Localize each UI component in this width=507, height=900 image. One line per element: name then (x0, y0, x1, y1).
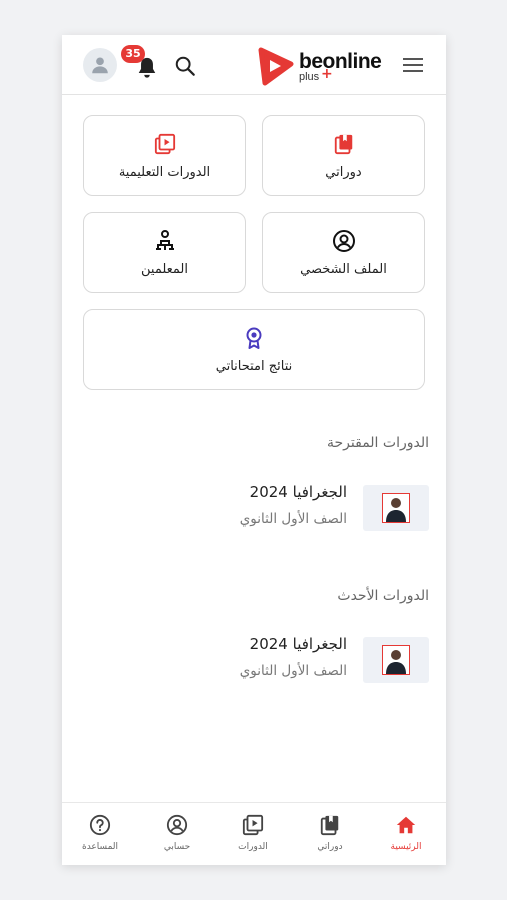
tile-label: الدورات التعليمية (118, 164, 211, 180)
tile-exam-results[interactable]: نتائج امتحاناتي (83, 309, 425, 390)
tile-teachers[interactable]: المعلمين (83, 212, 246, 293)
home-icon (396, 816, 416, 834)
nav-account[interactable]: حسابي (147, 813, 207, 852)
course-title: الجغرافيا 2024 (249, 483, 347, 501)
user-circle-icon (332, 229, 355, 252)
teacher-photo-icon (382, 645, 410, 675)
award-icon (246, 327, 262, 349)
tile-label: نتائج امتحاناتي (215, 358, 293, 374)
course-thumbnail (363, 485, 429, 531)
play-logo-icon (258, 47, 294, 86)
search-icon[interactable] (174, 55, 196, 77)
nav-home[interactable]: الرئيسية (376, 813, 436, 852)
avatar[interactable] (83, 48, 117, 82)
course-title: الجغرافيا 2024 (249, 635, 347, 653)
nav-label: الرئيسية (390, 842, 422, 852)
plus-icon: + (321, 66, 333, 82)
nav-courses[interactable]: الدورات (223, 813, 283, 852)
logo-subtext: plus (299, 71, 320, 83)
nav-help[interactable]: المساعدة (70, 813, 130, 852)
user-circle-icon (166, 814, 188, 836)
tile-my-courses[interactable]: دوراتي (262, 115, 425, 196)
bottom-navigation: الرئيسية دوراتي الدورات حسابي المساعدة (62, 802, 446, 865)
nav-label: الدورات (238, 842, 268, 852)
bookmark-book-icon (320, 815, 339, 836)
nav-label: المساعدة (81, 842, 119, 852)
course-card-suggested[interactable]: الجغرافيا 2024 الصف الأول الثانوي (62, 481, 446, 537)
hamburger-menu-icon[interactable] (403, 57, 423, 73)
brand-logo[interactable]: beonline plus + (255, 46, 387, 86)
course-thumbnail (363, 637, 429, 683)
bookmark-book-icon (334, 134, 352, 154)
video-library-icon (154, 133, 175, 154)
user-icon (92, 57, 108, 74)
course-grade: الصف الأول الثانوي (239, 663, 347, 679)
tile-educational-courses[interactable]: الدورات التعليمية (83, 115, 246, 196)
course-card-latest[interactable]: الجغرافيا 2024 الصف الأول الثانوي (62, 633, 446, 689)
teacher-photo-icon (382, 493, 410, 523)
tile-label: المعلمين (141, 261, 188, 277)
top-bar: 35 beonline plus + (62, 35, 446, 95)
tile-label: دوراتي (325, 164, 362, 180)
section-title-latest: الدورات الأحدث (337, 588, 429, 604)
course-grade: الصف الأول الثانوي (239, 511, 347, 527)
nav-label: حسابي (163, 842, 191, 852)
notification-badge: 35 (121, 45, 145, 63)
section-title-suggested: الدورات المقترحة (327, 435, 429, 451)
teacher-icon (155, 229, 174, 250)
tile-profile[interactable]: الملف الشخصي (262, 212, 425, 293)
tile-label: الملف الشخصي (300, 261, 387, 277)
nav-my-courses[interactable]: دوراتي (300, 813, 360, 852)
nav-label: دوراتي (317, 842, 343, 852)
app-screen: 35 beonline plus + دوراتي الدورات التعلي… (62, 35, 446, 865)
video-library-icon (242, 814, 264, 836)
help-icon (89, 814, 111, 836)
